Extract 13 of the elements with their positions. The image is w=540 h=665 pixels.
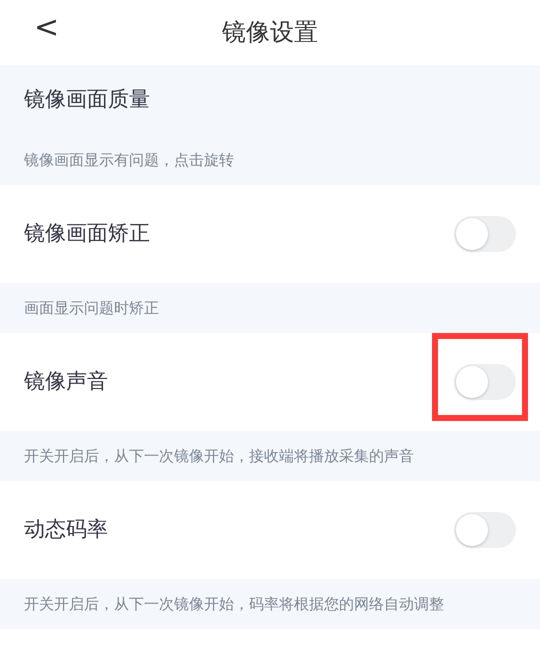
- hint-text: 开关开启后，从下一次镜像开始，接收端将播放采集的声音: [24, 446, 414, 467]
- toggle-switch[interactable]: [454, 364, 516, 400]
- back-button[interactable]: <: [28, 8, 66, 47]
- setting-label: 动态码率: [24, 516, 108, 544]
- setting-label: 镜像画面矫正: [24, 220, 150, 248]
- hint-text: 画面显示问题时矫正: [24, 298, 159, 319]
- toggle-switch[interactable]: [454, 216, 516, 252]
- page-title: 镜像设置: [222, 17, 318, 48]
- settings-item[interactable]: 镜像画面质量: [0, 65, 540, 135]
- hint-text: 镜像画面显示有问题，点击旋转: [24, 150, 234, 171]
- toggle-switch[interactable]: [454, 512, 516, 548]
- hint-text: 开关开启后，从下一次镜像开始，码率将根据您的网络自动调整: [24, 594, 444, 615]
- setting-label: 镜像声音: [24, 368, 108, 396]
